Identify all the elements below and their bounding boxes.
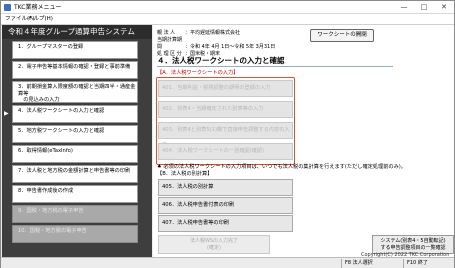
- main-panel: 親 法 人 ：平均遅延情報株式会社 当期計算期間 ：令和 4年 4月 1日～令和 5…: [153, 25, 454, 258]
- sidebar-item-5[interactable]: 5．地方税ワークシートの入力と確認: [12, 125, 138, 143]
- sidebar-item-label: 7．法人税と地方税の金額計算と申告書等の印刷: [18, 168, 131, 174]
- page-title: ４．法人税ワークシートの入力と確認: [157, 56, 285, 65]
- sidebar-item-7[interactable]: 7．法人税と地方税の金額計算と申告書等の印刷: [12, 165, 138, 183]
- period-key: 当期計算期間: [157, 37, 183, 50]
- title-divider: [157, 66, 393, 67]
- minimize-icon[interactable]: —: [394, 1, 414, 13]
- sidebar: 令和４年度グループ通算申告システム 1．グループマスターの登録 2．電子申告等基…: [2, 25, 152, 257]
- sidebar-item-1[interactable]: 1．グループマスターの登録: [12, 41, 138, 59]
- fkey-f8-button[interactable]: F8 法人選択: [341, 259, 403, 268]
- period-value: ：令和 4年 4月 1日～令和 5年 3月31日: [185, 44, 276, 50]
- sidebar-item-label: 3．前期損金算入限度額の確認と当期四半・通産金算等 の見込みの入力: [18, 84, 136, 103]
- maximize-icon[interactable]: □: [414, 1, 434, 13]
- sidebar-item-3[interactable]: 3．前期損金算入限度額の確認と当期四半・通産金算等 の見込みの入力: [12, 81, 138, 103]
- menu-help[interactable]: ヘルプ(H): [28, 15, 53, 24]
- sidebar-item-8[interactable]: 8．申告書作成後の作成: [12, 185, 138, 203]
- worksheet-403-button[interactable]: 403．別表4と別表5(1)欄で直接申告調整する内容の入力: [158, 122, 293, 148]
- worksheet-402-button[interactable]: 402．別表4・当期確定された別表等の入力: [158, 101, 293, 118]
- sidebar-item-label: 4．法人税ワークシートの入力と確認: [18, 108, 105, 114]
- title-bar: TKC業務メニュー — □ ✕: [1, 1, 454, 14]
- company-info: 親 法 人 ：平均遅延情報株式会社 当期計算期間 ：令和 4年 4月 1日～令和 5…: [157, 30, 275, 58]
- function-key-bar: F8 法人選択 F10 終了: [1, 257, 454, 268]
- sidebar-item-label: 8．申告書作成後の作成: [18, 188, 74, 194]
- calc-407-button[interactable]: 407．法人税申告書等の印刷: [158, 215, 293, 232]
- sidebar-item-9: 9．国税・地方税の電子申告: [12, 205, 138, 223]
- company-name: ：平均遅延情報株式会社: [185, 30, 241, 36]
- section-b-label: 【B．法人税の別計算】: [157, 171, 213, 177]
- sidebar-item-10: 10．国税・地方税の電子申告: [12, 225, 138, 243]
- calc-406-button[interactable]: 406．法人税申告書付表の印刷: [158, 197, 293, 214]
- sidebar-title: 令和４年度グループ通算申告システム: [2, 25, 152, 39]
- sidebar-item-label: 10．国税・地方税の電子申告: [18, 228, 87, 234]
- active-arrow-icon: ▶: [4, 110, 9, 117]
- worksheet-404-button[interactable]: 404．法人税ワークシートの一括確認(確認): [158, 143, 293, 160]
- app-icon: [4, 4, 11, 11]
- sidebar-item-2[interactable]: 2．電子申告等基本情報の確認・登録と事前準備: [12, 61, 138, 79]
- sidebar-item-6[interactable]: 6．取得情報(eTaxInfo): [12, 145, 138, 163]
- fkey-f10-button[interactable]: F10 終了: [403, 259, 453, 268]
- worksheet-open-button[interactable]: ワークシートの開閉: [310, 29, 374, 42]
- sidebar-item-label: 1．グループマスターの登録: [18, 44, 84, 50]
- sidebar-item-4[interactable]: 4．法人税ワークシートの入力と確認: [12, 105, 138, 123]
- menu-bar: ファイル(F) ヘルプ(H): [1, 14, 454, 25]
- sidebar-item-label: 5．地方税ワークシートの入力と確認: [18, 128, 105, 134]
- calc-405-button[interactable]: 405．法人税の別計算: [158, 179, 293, 196]
- sidebar-item-label: 2．電子申告等基本情報の確認・登録と事前準備: [18, 64, 131, 70]
- worksheet-401-button[interactable]: 401．当期利益・税務調整の期明の登録の入力: [158, 80, 293, 97]
- sidebar-item-label: 6．取得情報(eTaxInfo): [18, 148, 73, 154]
- sidebar-item-label: 9．国税・地方税の電子申告: [18, 208, 84, 214]
- application-window: TKC業務メニュー — □ ✕ ファイル(F) ヘルプ(H) 令和４年度グループ…: [0, 0, 455, 268]
- company-key: 親 法 人: [157, 30, 176, 36]
- close-icon[interactable]: ✕: [434, 1, 454, 13]
- worksheet-complete-button: 法人税WSの入力完了 (確定): [158, 235, 270, 254]
- window-title: TKC業務メニュー: [14, 4, 62, 11]
- section-a-label: 【A．法人税ワークシートの入力】: [157, 70, 239, 76]
